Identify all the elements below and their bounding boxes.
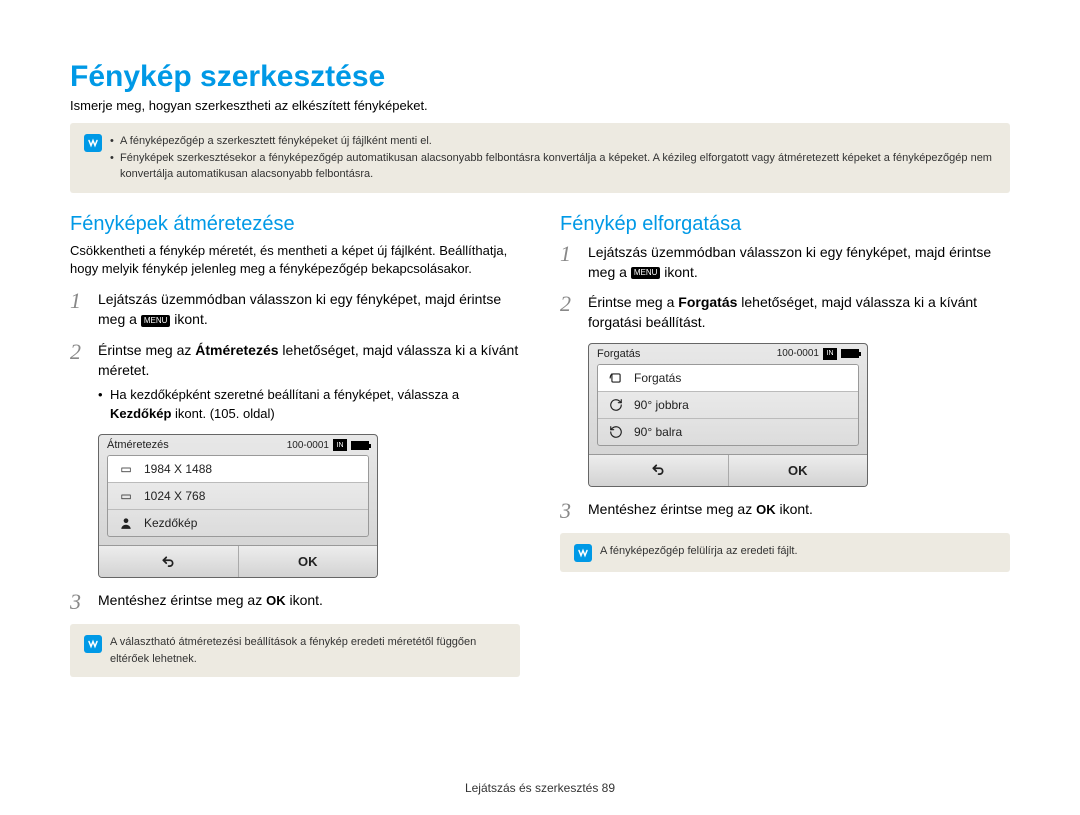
back-button[interactable]: [589, 455, 729, 486]
device-row[interactable]: Forgatás: [598, 365, 858, 392]
device-title: Átméretezés: [107, 439, 169, 451]
right-notebox: A fényképezőgép felülírja az eredeti fáj…: [560, 533, 1010, 572]
top-note-2: Fényképek szerkesztésekor a fényképezőgé…: [110, 150, 996, 183]
resize-device-screenshot: Átméretezés 100-0001 IN ▭ 1984 X 1488 ▭ …: [98, 434, 378, 578]
left-step-2: 2 Érintse meg az Átméretezés lehetőséget…: [70, 340, 520, 424]
aspect-icon: ▭: [118, 489, 134, 503]
battery-icon: [841, 349, 859, 358]
rotate-right-icon: [608, 398, 624, 412]
menu-icon: MENU: [631, 267, 661, 279]
device-option-list: Forgatás 90° jobbra 90° balra: [597, 364, 859, 446]
page-footer: Lejátszás és szerkesztés 89: [0, 781, 1080, 795]
device-counter: 100-0001: [777, 348, 819, 359]
device-row[interactable]: ▭ 1984 X 1488: [108, 456, 368, 483]
step-number: 3: [560, 499, 578, 523]
device-row[interactable]: ▭ 1024 X 768: [108, 483, 368, 510]
device-row[interactable]: Kezdőkép: [108, 510, 368, 536]
aspect-icon: ▭: [118, 462, 134, 476]
rotate-left-icon: [608, 425, 624, 439]
rotate-device-screenshot: Forgatás 100-0001 IN Forgatás: [588, 343, 868, 487]
device-row[interactable]: 90° jobbra: [598, 392, 858, 419]
device-row[interactable]: 90° balra: [598, 419, 858, 445]
back-button[interactable]: [99, 546, 239, 577]
ok-icon: OK: [266, 592, 286, 611]
device-option-list: ▭ 1984 X 1488 ▭ 1024 X 768 Kezdőkép: [107, 455, 369, 537]
page-title: Fénykép szerkesztése: [70, 60, 1010, 94]
right-step-1: 1 Lejátszás üzemmódban válasszon ki egy …: [560, 242, 1010, 283]
menu-icon: MENU: [141, 315, 171, 327]
left-step-3: 3 Mentéshez érintse meg az OK ikont.: [70, 590, 520, 614]
step-number: 1: [70, 289, 88, 330]
step-number: 2: [70, 340, 88, 424]
ok-button[interactable]: OK: [239, 546, 378, 577]
right-step-2: 2 Érintse meg a Forgatás lehetőséget, ma…: [560, 292, 1010, 333]
top-note-1: A fényképezőgép a szerkesztett fényképek…: [110, 133, 996, 150]
ok-button[interactable]: OK: [729, 455, 868, 486]
right-step-3: 3 Mentéshez érintse meg az OK ikont.: [560, 499, 1010, 523]
storage-icon: IN: [333, 439, 347, 451]
storage-icon: IN: [823, 348, 837, 360]
step-number: 2: [560, 292, 578, 333]
rotate-icon: [608, 371, 624, 385]
ok-icon: OK: [756, 501, 776, 520]
battery-icon: [351, 441, 369, 450]
left-lead: Csökkentheti a fénykép méretét, és menth…: [70, 242, 520, 280]
left-heading: Fényképek átméretezése: [70, 213, 520, 236]
step-number: 1: [560, 242, 578, 283]
step-number: 3: [70, 590, 88, 614]
top-notebox: A fényképezőgép a szerkesztett fényképek…: [70, 123, 1010, 193]
page-subtitle: Ismerje meg, hogyan szerkesztheti az elk…: [70, 98, 1010, 113]
left-notebox: A választható átméretezési beállítások a…: [70, 624, 520, 677]
right-heading: Fénykép elforgatása: [560, 213, 1010, 236]
device-title: Forgatás: [597, 348, 640, 360]
left-step-1: 1 Lejátszás üzemmódban válasszon ki egy …: [70, 289, 520, 330]
person-icon: [118, 516, 134, 530]
info-icon: [574, 544, 592, 562]
device-counter: 100-0001: [287, 440, 329, 451]
info-icon: [84, 134, 102, 152]
info-icon: [84, 635, 102, 653]
